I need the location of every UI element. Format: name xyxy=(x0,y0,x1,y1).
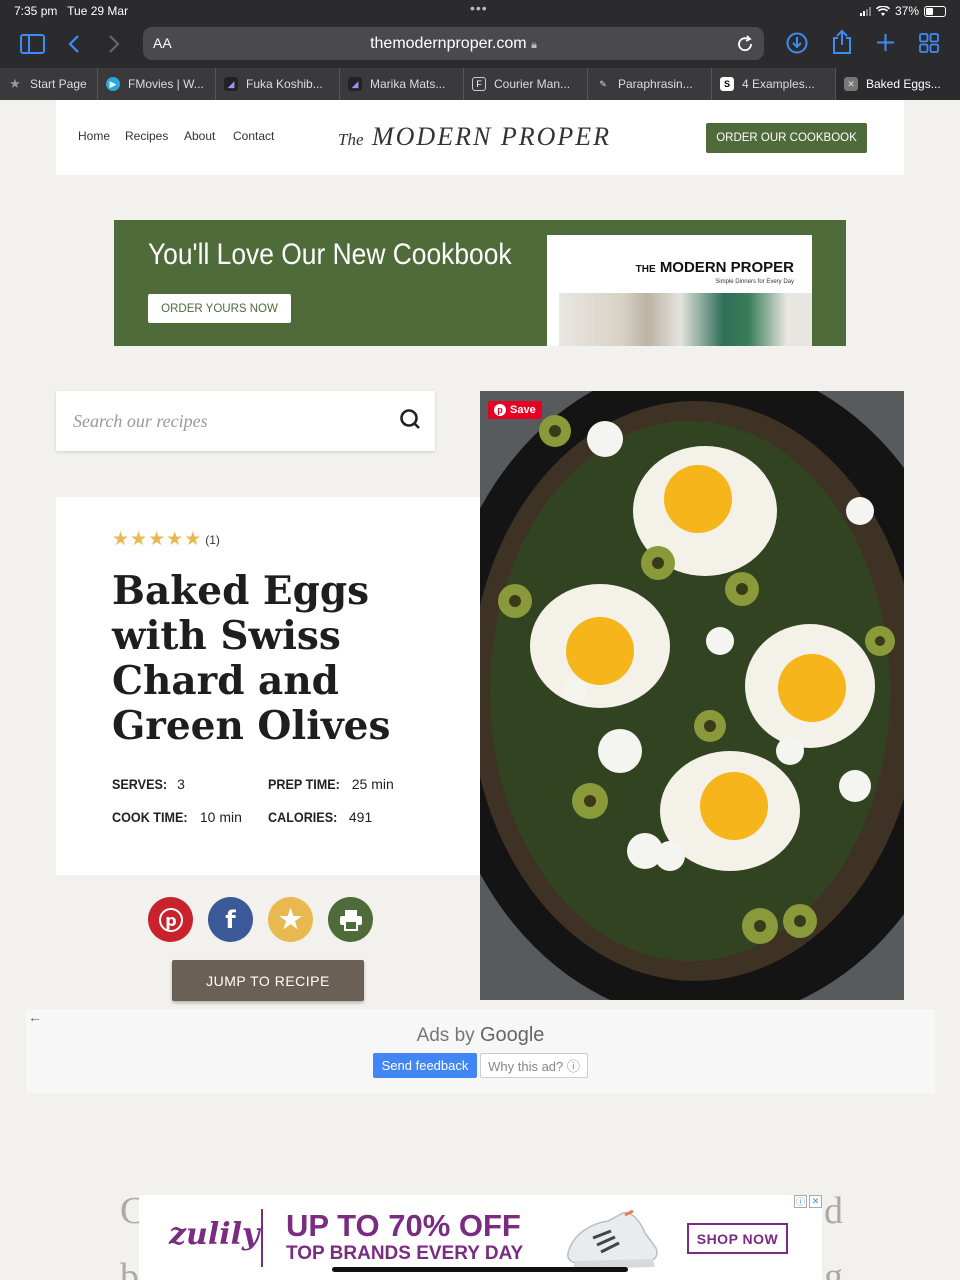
play-icon: ▶ xyxy=(106,77,120,91)
battery-icon xyxy=(924,5,946,17)
ads-by-google: Ads by Google xyxy=(416,1024,545,1046)
facebook-button[interactable]: f xyxy=(208,897,253,942)
home-indicator[interactable] xyxy=(332,1267,628,1272)
tab-marika[interactable]: ◢ Marika Mats... xyxy=(340,68,464,100)
forward-icon[interactable] xyxy=(108,35,120,53)
nav-recipes[interactable]: Recipes xyxy=(125,129,168,143)
star-icon: ★ xyxy=(166,529,184,550)
tab-fmovies[interactable]: ▶ FMovies | W... xyxy=(98,68,216,100)
reload-icon[interactable] xyxy=(736,35,754,53)
ad-controls: ⓘ ✕ xyxy=(794,1195,822,1208)
multitask-dots-icon[interactable]: ••• xyxy=(470,0,488,16)
nav-contact[interactable]: Contact xyxy=(233,129,274,143)
cook-time: COOK TIME: 10 min xyxy=(112,809,242,825)
cookbook-photo xyxy=(559,293,812,346)
url-text: themodernproper.com 🔒︎ xyxy=(370,35,537,52)
recipe-title: Baked Eggs with Swiss Chard and Green Ol… xyxy=(112,568,391,749)
close-icon[interactable]: ✕ xyxy=(844,77,858,91)
svg-text:p: p xyxy=(165,911,176,930)
recipe-photo: p Save xyxy=(480,391,904,1000)
recipe-card: ★ ★ ★ ★ ★ (1) Baked Eggs with Swiss Char… xyxy=(56,497,480,875)
tab-paraphrasing[interactable]: ✎ Paraphrasin... xyxy=(588,68,712,100)
star-icon: ★ xyxy=(148,529,166,550)
rating-count: (1) xyxy=(205,532,220,547)
print-button[interactable] xyxy=(328,897,373,942)
s-icon: S xyxy=(720,77,734,91)
sidebar-icon[interactable] xyxy=(20,34,45,54)
tab-examples[interactable]: S4 Examples... xyxy=(712,68,836,100)
calories: CALORIES: 491 xyxy=(268,809,373,825)
site-logo[interactable]: The MODERN PROPER xyxy=(338,122,611,152)
quill-icon: ✎ xyxy=(599,78,607,89)
tab-bar: ★ Start Page ▶ FMovies | W... ◢ Fuka Koshib… xyxy=(0,68,960,100)
pinterest-save-button[interactable]: p Save xyxy=(488,401,542,419)
back-icon[interactable] xyxy=(68,35,80,53)
why-this-ad-button[interactable]: Why this ad? ⓘ xyxy=(480,1053,588,1078)
nav-home[interactable]: Home xyxy=(78,129,110,143)
book-title: THE MODERN PROPER xyxy=(635,259,794,276)
send-feedback-button[interactable]: Send feedback xyxy=(373,1053,477,1078)
sneaker-image xyxy=(567,1209,658,1269)
tab-fuka[interactable]: ◢ Fuka Koshib... xyxy=(216,68,340,100)
zulily-logo: zulily xyxy=(169,1217,260,1252)
status-time: 7:35 pm Tue 29 Mar xyxy=(14,4,129,18)
star-icon: ★ xyxy=(184,529,202,550)
star-icon: ★ xyxy=(130,529,148,550)
site-header: Home Recipes About Contact The MODERN PR… xyxy=(56,100,904,175)
nav-about[interactable]: About xyxy=(184,129,215,143)
cookbook-cover-image: THE MODERN PROPER Simple Dinners for Eve… xyxy=(547,235,812,346)
facebook-icon: f xyxy=(225,905,236,934)
signal-icon xyxy=(859,6,871,16)
serves: SERVES: 3 xyxy=(112,776,185,792)
arrow-left-icon[interactable]: ← xyxy=(28,1009,42,1025)
search-icon[interactable] xyxy=(399,408,421,430)
cookbook-banner[interactable]: You'll Love Our New Cookbook ORDER YOURS… xyxy=(114,220,846,346)
wifi-icon xyxy=(875,5,890,16)
pinterest-icon: p xyxy=(158,907,183,932)
tab-overview-icon[interactable] xyxy=(919,33,939,53)
battery-percent: 37% xyxy=(894,4,919,18)
prep-time: PREP TIME: 25 min xyxy=(268,776,394,792)
share-icon[interactable] xyxy=(832,29,852,55)
star-icon: ★ xyxy=(9,76,21,91)
jump-to-recipe-button[interactable]: JUMP TO RECIPE xyxy=(172,960,364,1001)
lock-icon: 🔒︎ xyxy=(531,39,537,51)
baked-eggs-image xyxy=(480,391,904,1000)
favorite-button[interactable]: ★ xyxy=(268,897,313,942)
star-icon: ★ xyxy=(278,904,303,934)
shop-now-button[interactable]: SHOP NOW xyxy=(687,1223,788,1254)
status-indicators: 37% xyxy=(859,4,946,18)
downloads-icon[interactable] xyxy=(786,32,808,54)
recipe-search[interactable]: Search our recipes xyxy=(56,391,435,451)
banner-headline: You'll Love Our New Cookbook xyxy=(148,238,512,271)
search-input[interactable]: Search our recipes xyxy=(73,411,208,432)
share-buttons: p f ★ xyxy=(148,897,373,942)
book-subtitle: Simple Dinners for Every Day xyxy=(715,279,794,285)
tab-courier[interactable]: F Courier Man... xyxy=(464,68,588,100)
ad-headline: UP TO 70% OFF xyxy=(286,1208,521,1243)
new-tab-icon[interactable] xyxy=(876,33,895,52)
ad-divider xyxy=(261,1209,263,1267)
ad-subline: TOP BRANDS EVERY DAY xyxy=(286,1243,524,1264)
close-icon[interactable]: ✕ xyxy=(809,1195,822,1208)
pinterest-icon: p xyxy=(494,404,506,416)
site-icon: ◢ xyxy=(348,77,362,91)
browser-toolbar: AA themodernproper.com 🔒︎ xyxy=(0,22,960,68)
order-cookbook-button[interactable]: ORDER OUR COOKBOOK xyxy=(706,123,867,153)
rating-stars[interactable]: ★ ★ ★ ★ ★ (1) xyxy=(112,530,220,549)
print-icon xyxy=(339,909,362,931)
star-icon: ★ xyxy=(112,529,130,550)
tab-baked-eggs[interactable]: ✕ Baked Eggs... xyxy=(836,68,960,100)
order-now-button[interactable]: ORDER YOURS NOW xyxy=(148,294,291,323)
pinterest-button[interactable]: p xyxy=(148,897,193,942)
tab-start-page[interactable]: ★ Start Page xyxy=(0,68,98,100)
address-bar[interactable]: AA themodernproper.com 🔒︎ xyxy=(143,27,764,60)
status-bar: 7:35 pm Tue 29 Mar ••• 37% xyxy=(0,0,960,22)
f-icon: F xyxy=(472,77,486,91)
google-ad-feedback: ← Ads by Google Send feedback Why this a… xyxy=(26,1009,935,1093)
ad-info-icon[interactable]: ⓘ xyxy=(794,1195,807,1208)
site-icon: ◢ xyxy=(224,77,238,91)
